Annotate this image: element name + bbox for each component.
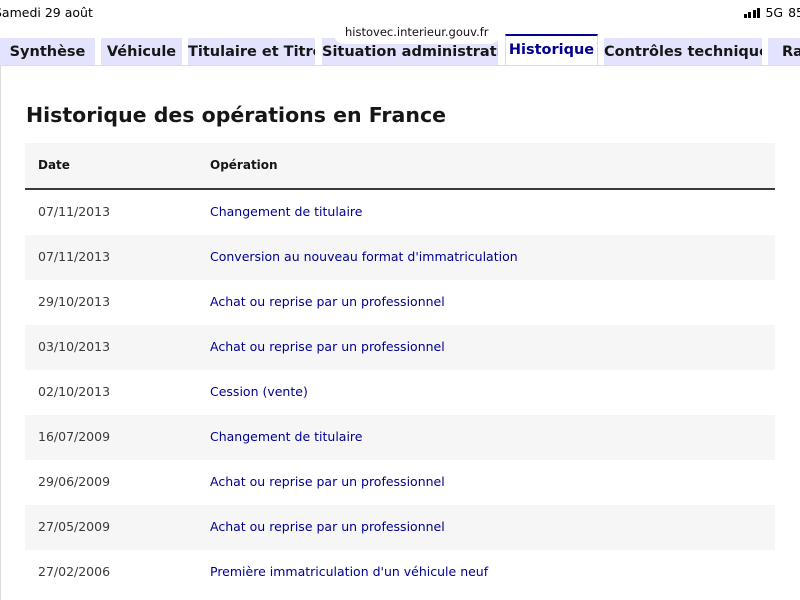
row-operation: Achat ou reprise par un professionnel [210, 519, 445, 534]
row-date: 29/06/2009 [38, 474, 111, 489]
row-operation: Cession (vente) [210, 384, 308, 399]
column-header-operation: Opération [210, 158, 278, 172]
row-date: 07/11/2013 [38, 204, 111, 219]
row-date: 07/11/2013 [38, 249, 111, 264]
page-title: Historique des opérations en France [26, 103, 446, 127]
tab-controles-techniques[interactable]: Contrôles techniques [604, 38, 762, 66]
row-date: 27/05/2009 [38, 519, 111, 534]
panel-border [0, 65, 1, 600]
row-operation: Achat ou reprise par un professionnel [210, 339, 445, 354]
tabs-divider [0, 65, 800, 66]
row-operation: Achat ou reprise par un professionnel [210, 294, 445, 309]
row-date: 03/10/2013 [38, 339, 111, 354]
table-row: 02/10/2013 Cession (vente) [25, 370, 775, 415]
tab-synthese[interactable]: Synthèse [0, 38, 95, 66]
network-type: 5G [765, 5, 784, 20]
row-operation: Première immatriculation d'un véhicule n… [210, 564, 489, 579]
table-row: 27/02/2006 Première immatriculation d'un … [25, 550, 775, 595]
table-body: 07/11/2013 Changement de titulaire 07/11/2… [25, 190, 775, 595]
tab-titulaire-et-titre[interactable]: Titulaire et Titre [188, 38, 315, 66]
row-operation: Changement de titulaire [210, 204, 363, 219]
row-operation: Conversion au nouveau format d'immatricu… [210, 249, 518, 264]
operations-table: Date Opération 07/11/2013 Changement de t… [25, 143, 775, 595]
battery-level: 85 [788, 5, 800, 20]
row-date: 27/02/2006 [38, 564, 111, 579]
table-row: 29/06/2009 Achat ou reprise par un profes… [25, 460, 775, 505]
address-bar[interactable]: histovec.interieur.gouv.fr [333, 20, 501, 44]
row-date: 02/10/2013 [38, 384, 111, 399]
signal-icon [743, 7, 761, 18]
row-operation: Changement de titulaire [210, 429, 363, 444]
table-header: Date Opération [25, 143, 775, 190]
row-operation: Achat ou reprise par un professionnel [210, 474, 445, 489]
row-date: 29/10/2013 [38, 294, 111, 309]
table-row: 29/10/2013 Achat ou reprise par un profes… [25, 280, 775, 325]
table-row: 07/11/2013 Changement de titulaire [25, 190, 775, 235]
table-row: 27/05/2009 Achat ou reprise par un profes… [25, 505, 775, 550]
tab-rapport[interactable]: Rapport [768, 38, 800, 66]
table-row: 16/07/2009 Changement de titulaire [25, 415, 775, 460]
row-date: 16/07/2009 [38, 429, 111, 444]
status-date: Samedi 29 août [0, 5, 93, 20]
table-row: 03/10/2013 Achat ou reprise par un profes… [25, 325, 775, 370]
tab-vehicule[interactable]: Véhicule [101, 38, 182, 66]
tab-historique[interactable]: Historique [505, 34, 598, 66]
status-indicators: 5G 85 [743, 5, 800, 20]
table-row: 07/11/2013 Conversion au nouveau format d… [25, 235, 775, 280]
column-header-date: Date [38, 158, 70, 172]
